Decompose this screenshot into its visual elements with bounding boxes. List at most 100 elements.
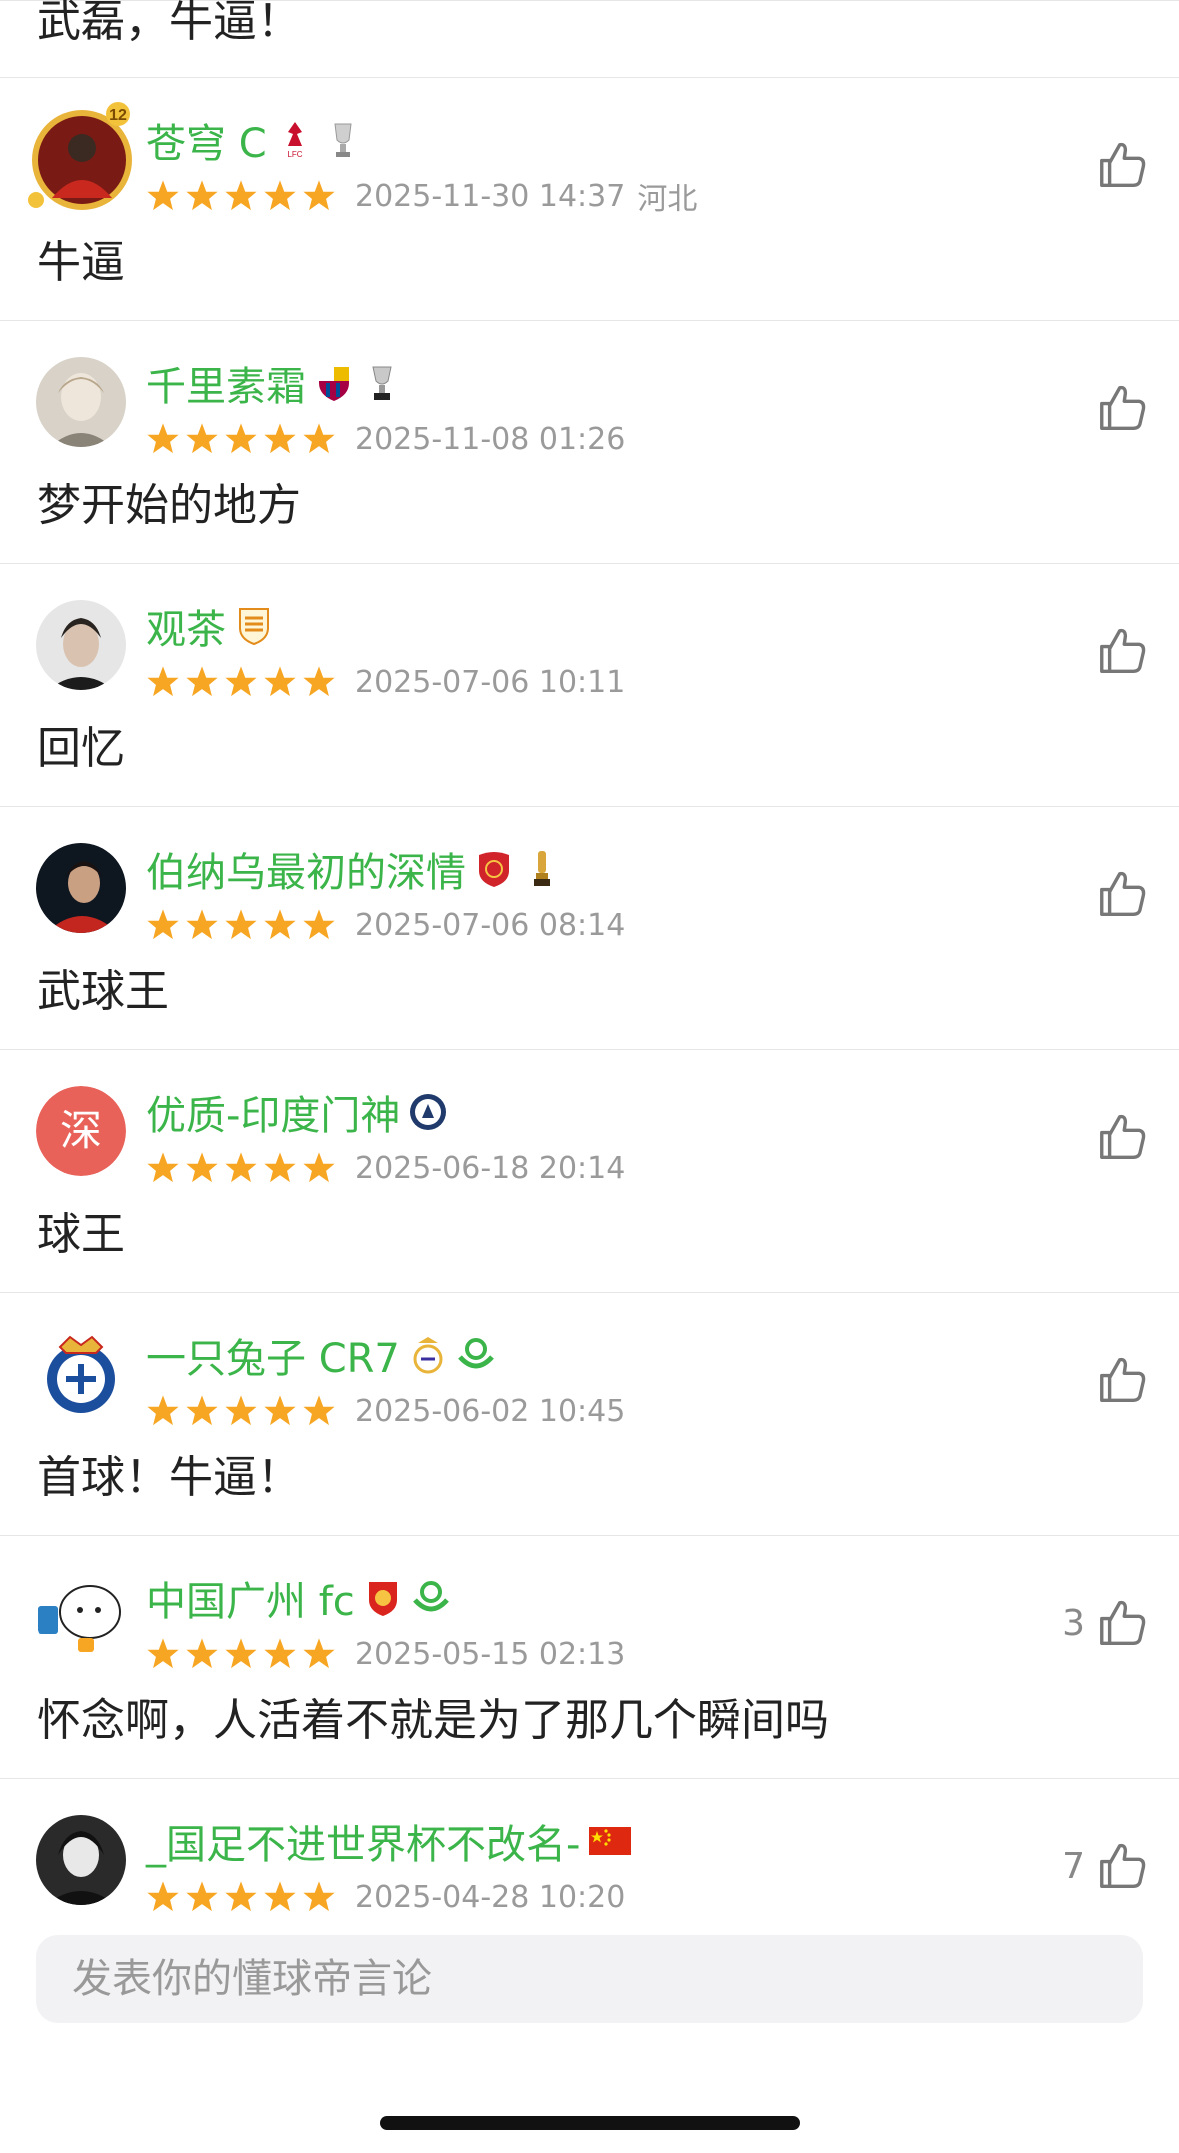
fan-badge-icon bbox=[456, 1333, 496, 1377]
like-button[interactable] bbox=[1085, 1102, 1149, 1172]
rating-stars bbox=[146, 179, 341, 213]
thumbs-up-icon bbox=[1100, 385, 1146, 430]
rating-stars bbox=[146, 1880, 341, 1914]
thumbs-up-icon bbox=[1100, 1843, 1146, 1888]
espanyol-crest-avatar-icon bbox=[36, 1329, 126, 1419]
star-icon bbox=[147, 1638, 179, 1669]
thumbs-up-icon bbox=[1100, 628, 1146, 673]
username[interactable]: 伯纳乌最初的深情 bbox=[146, 840, 466, 898]
like-button[interactable] bbox=[1085, 373, 1149, 443]
star-icon bbox=[186, 1152, 218, 1183]
avatar[interactable] bbox=[36, 600, 126, 690]
comment-text: 梦开始的地方 bbox=[37, 480, 301, 531]
like-count: 7 bbox=[1062, 1845, 1085, 1887]
username[interactable]: 中国广州 fc bbox=[146, 1569, 355, 1627]
comment-input[interactable] bbox=[72, 1935, 1112, 2023]
guangzhou-fc-crest-icon bbox=[363, 1576, 403, 1620]
svg-text:12: 12 bbox=[109, 107, 127, 124]
like-button[interactable]: 3 bbox=[1062, 1588, 1149, 1658]
star-icon bbox=[303, 180, 335, 211]
username[interactable]: 苍穹 C bbox=[146, 111, 267, 169]
username[interactable]: 一只兔子 CR7 bbox=[146, 1326, 400, 1384]
star-icon bbox=[147, 423, 179, 454]
laliga-trophy-icon bbox=[362, 361, 402, 405]
star-icon bbox=[186, 666, 218, 697]
club-crest-icon bbox=[408, 1090, 448, 1134]
avatar[interactable]: 12 bbox=[28, 102, 132, 210]
star-icon bbox=[303, 666, 335, 697]
star-icon bbox=[303, 1638, 335, 1669]
comment-location: 河北 bbox=[637, 182, 698, 217]
star-icon bbox=[303, 1395, 335, 1426]
like-button[interactable]: 7 bbox=[1062, 1831, 1149, 1901]
comment-item[interactable]: 深 优质-印度门神 2025-06-18 20:14 球王 bbox=[0, 1050, 1179, 1293]
star-icon bbox=[264, 1638, 296, 1669]
thumbs-up-icon bbox=[1100, 871, 1146, 916]
thumbs-up-icon bbox=[1100, 1114, 1146, 1159]
star-icon bbox=[225, 1152, 257, 1183]
comment-item[interactable]: 中国广州 fc 2025-05-15 02:13 怀念啊，人活着不就是为了那几个… bbox=[0, 1536, 1179, 1779]
like-button[interactable] bbox=[1085, 859, 1149, 929]
shandong-taishan-crest-icon bbox=[234, 604, 274, 648]
avatar[interactable]: 深 bbox=[36, 1086, 126, 1176]
portrait-avatar-icon bbox=[36, 357, 126, 447]
avatar[interactable] bbox=[36, 357, 126, 447]
star-icon bbox=[147, 180, 179, 211]
rating-stars bbox=[146, 1151, 341, 1185]
player-avatar-icon bbox=[36, 843, 126, 933]
comment-item[interactable]: 观茶 2025-07-06 10:11 回忆 bbox=[0, 564, 1179, 807]
comment-text: 怀念啊，人活着不就是为了那几个瞬间吗 bbox=[37, 1695, 829, 1746]
star-icon bbox=[225, 180, 257, 211]
footballer-avatar-icon: 12 bbox=[28, 102, 132, 210]
rating-stars bbox=[146, 908, 341, 942]
thumbs-up-icon bbox=[1100, 142, 1146, 187]
avatar[interactable] bbox=[36, 1572, 126, 1662]
comment-item[interactable]: 千里素霜 2025-11-08 01:26 梦开始的地方 bbox=[0, 321, 1179, 564]
username[interactable]: 优质-印度门神 bbox=[146, 1083, 400, 1141]
star-icon bbox=[225, 1638, 257, 1669]
avatar[interactable] bbox=[36, 1815, 126, 1905]
like-button[interactable] bbox=[1085, 1345, 1149, 1415]
comment-input-bar[interactable] bbox=[36, 1935, 1143, 2023]
comment-date: 2025-05-15 02:13 bbox=[355, 1636, 626, 1672]
home-indicator[interactable] bbox=[380, 2116, 800, 2130]
rating-stars bbox=[146, 1637, 341, 1671]
star-icon bbox=[147, 1881, 179, 1912]
star-icon bbox=[147, 909, 179, 940]
comment-text: 武磊，牛逼！ bbox=[37, 0, 301, 47]
avatar-text: 深 bbox=[36, 1086, 126, 1176]
comment-item[interactable]: 一只兔子 CR7 2025-06-02 10:45 首球！牛逼！ bbox=[0, 1293, 1179, 1536]
username[interactable]: 观茶 bbox=[146, 597, 226, 655]
barcelona-crest-icon bbox=[314, 361, 354, 405]
star-icon bbox=[303, 1881, 335, 1912]
like-count: 3 bbox=[1062, 1602, 1085, 1644]
fan-badge-icon bbox=[411, 1576, 451, 1620]
rating-stars bbox=[146, 665, 341, 699]
username[interactable]: _国足不进世界杯不改名- bbox=[146, 1812, 580, 1870]
star-icon bbox=[225, 1395, 257, 1426]
comment-date: 2025-06-18 20:14 bbox=[355, 1150, 626, 1186]
comment-date: 2025-06-02 10:45 bbox=[355, 1393, 626, 1429]
rating-stars bbox=[146, 422, 341, 456]
star-icon bbox=[264, 666, 296, 697]
premier-league-trophy-icon bbox=[323, 118, 363, 162]
star-icon bbox=[225, 666, 257, 697]
comment-item[interactable]: 伯纳乌最初的深情 2025-07-06 08:14 武球王 bbox=[0, 807, 1179, 1050]
star-icon bbox=[186, 1881, 218, 1912]
avatar[interactable] bbox=[36, 1329, 126, 1419]
like-button[interactable] bbox=[1085, 130, 1149, 200]
star-icon bbox=[186, 423, 218, 454]
username[interactable]: 千里素霜 bbox=[146, 354, 306, 412]
like-button[interactable] bbox=[1085, 616, 1149, 686]
star-icon bbox=[186, 1395, 218, 1426]
comment-text: 回忆 bbox=[37, 723, 125, 774]
avatar[interactable] bbox=[36, 843, 126, 933]
star-icon bbox=[264, 909, 296, 940]
star-icon bbox=[225, 909, 257, 940]
svg-text:LFC: LFC bbox=[287, 150, 302, 159]
comment-text: 牛逼 bbox=[37, 237, 125, 288]
star-icon bbox=[186, 909, 218, 940]
star-icon bbox=[264, 180, 296, 211]
star-icon bbox=[186, 180, 218, 211]
comment-item[interactable]: 12 苍穹 C LFC 2025-11-30 14:37 河北 牛逼 bbox=[0, 78, 1179, 321]
